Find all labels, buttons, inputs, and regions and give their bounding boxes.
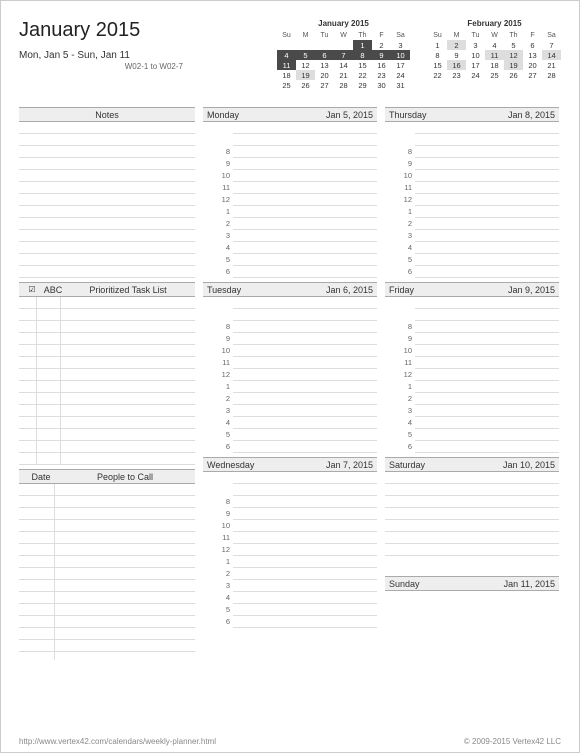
day-header: Monday Jan 5, 2015: [203, 107, 377, 122]
day-header: Wednesday Jan 7, 2015: [203, 457, 377, 472]
day-header: Tuesday Jan 6, 2015: [203, 282, 377, 297]
day-tuesday: TuesdayJan 6, 201589101112123456: [203, 282, 377, 453]
page-title: January 2015: [19, 19, 193, 42]
day-name: Tuesday: [207, 285, 241, 295]
day-header: Sunday Jan 11, 2015: [385, 576, 559, 591]
tasks-header: ☑ ABC Prioritized Task List: [19, 282, 195, 297]
day-name: Friday: [389, 285, 414, 295]
people-header: Date People to Call: [19, 469, 195, 484]
day-date: Jan 9, 2015: [508, 285, 555, 295]
title-block: January 2015 Mon, Jan 5 - Sun, Jan 11 W0…: [19, 19, 193, 101]
day-monday: MondayJan 5, 201589101112123456: [203, 107, 377, 278]
day-name: Sunday: [389, 579, 420, 589]
people-body[interactable]: [19, 484, 195, 660]
day-date: Jan 10, 2015: [503, 460, 555, 470]
day-saturday: Saturday Jan 10, 2015: [385, 457, 559, 556]
saturday-body[interactable]: [385, 472, 559, 556]
day-date: Jan 7, 2015: [326, 460, 373, 470]
day-name: Monday: [207, 110, 239, 120]
notes-section: Notes: [19, 107, 195, 278]
notes-body[interactable]: [19, 122, 195, 278]
week-numbers: W02-1 to W02-7: [19, 62, 193, 71]
day-date: Jan 5, 2015: [326, 110, 373, 120]
day-wednesday: WednesdayJan 7, 201589101112123456: [203, 457, 377, 628]
day-header: Thursday Jan 8, 2015: [385, 107, 559, 122]
day-date: Jan 11, 2015: [504, 579, 555, 589]
abc-label: ABC: [41, 285, 65, 295]
day-name: Thursday: [389, 110, 427, 120]
day-sunday: Sunday Jan 11, 2015: [385, 576, 559, 591]
day-name: Wednesday: [207, 460, 254, 470]
mini-calendar-february: February 2015 SuMTuWThFSa123456789101112…: [428, 19, 561, 101]
mini-calendar-january: January 2015 SuMTuWThFSa1234567891011121…: [277, 19, 410, 101]
day-header: Friday Jan 9, 2015: [385, 282, 559, 297]
notes-header: Notes: [19, 107, 195, 122]
day-thursday: ThursdayJan 8, 201589101112123456: [385, 107, 559, 278]
tasks-section: ☑ ABC Prioritized Task List: [19, 282, 195, 465]
mini-cal-title: February 2015: [428, 19, 561, 28]
day-header: Saturday Jan 10, 2015: [385, 457, 559, 472]
mini-cal-title: January 2015: [277, 19, 410, 28]
tasks-label: Prioritized Task List: [65, 285, 191, 295]
footer-copyright: © 2009-2015 Vertex42 LLC: [464, 737, 561, 746]
tasks-body[interactable]: [19, 297, 195, 465]
date-range: Mon, Jan 5 - Sun, Jan 11: [19, 50, 193, 61]
day-date: Jan 8, 2015: [508, 110, 555, 120]
people-label: People to Call: [59, 472, 191, 482]
day-friday: FridayJan 9, 201589101112123456: [385, 282, 559, 453]
day-date: Jan 6, 2015: [326, 285, 373, 295]
day-name: Saturday: [389, 460, 425, 470]
people-section: Date People to Call: [19, 469, 195, 660]
date-label: Date: [23, 472, 59, 482]
checkbox-icon: ☑: [23, 285, 41, 294]
footer-url: http://www.vertex42.com/calendars/weekly…: [19, 737, 216, 746]
